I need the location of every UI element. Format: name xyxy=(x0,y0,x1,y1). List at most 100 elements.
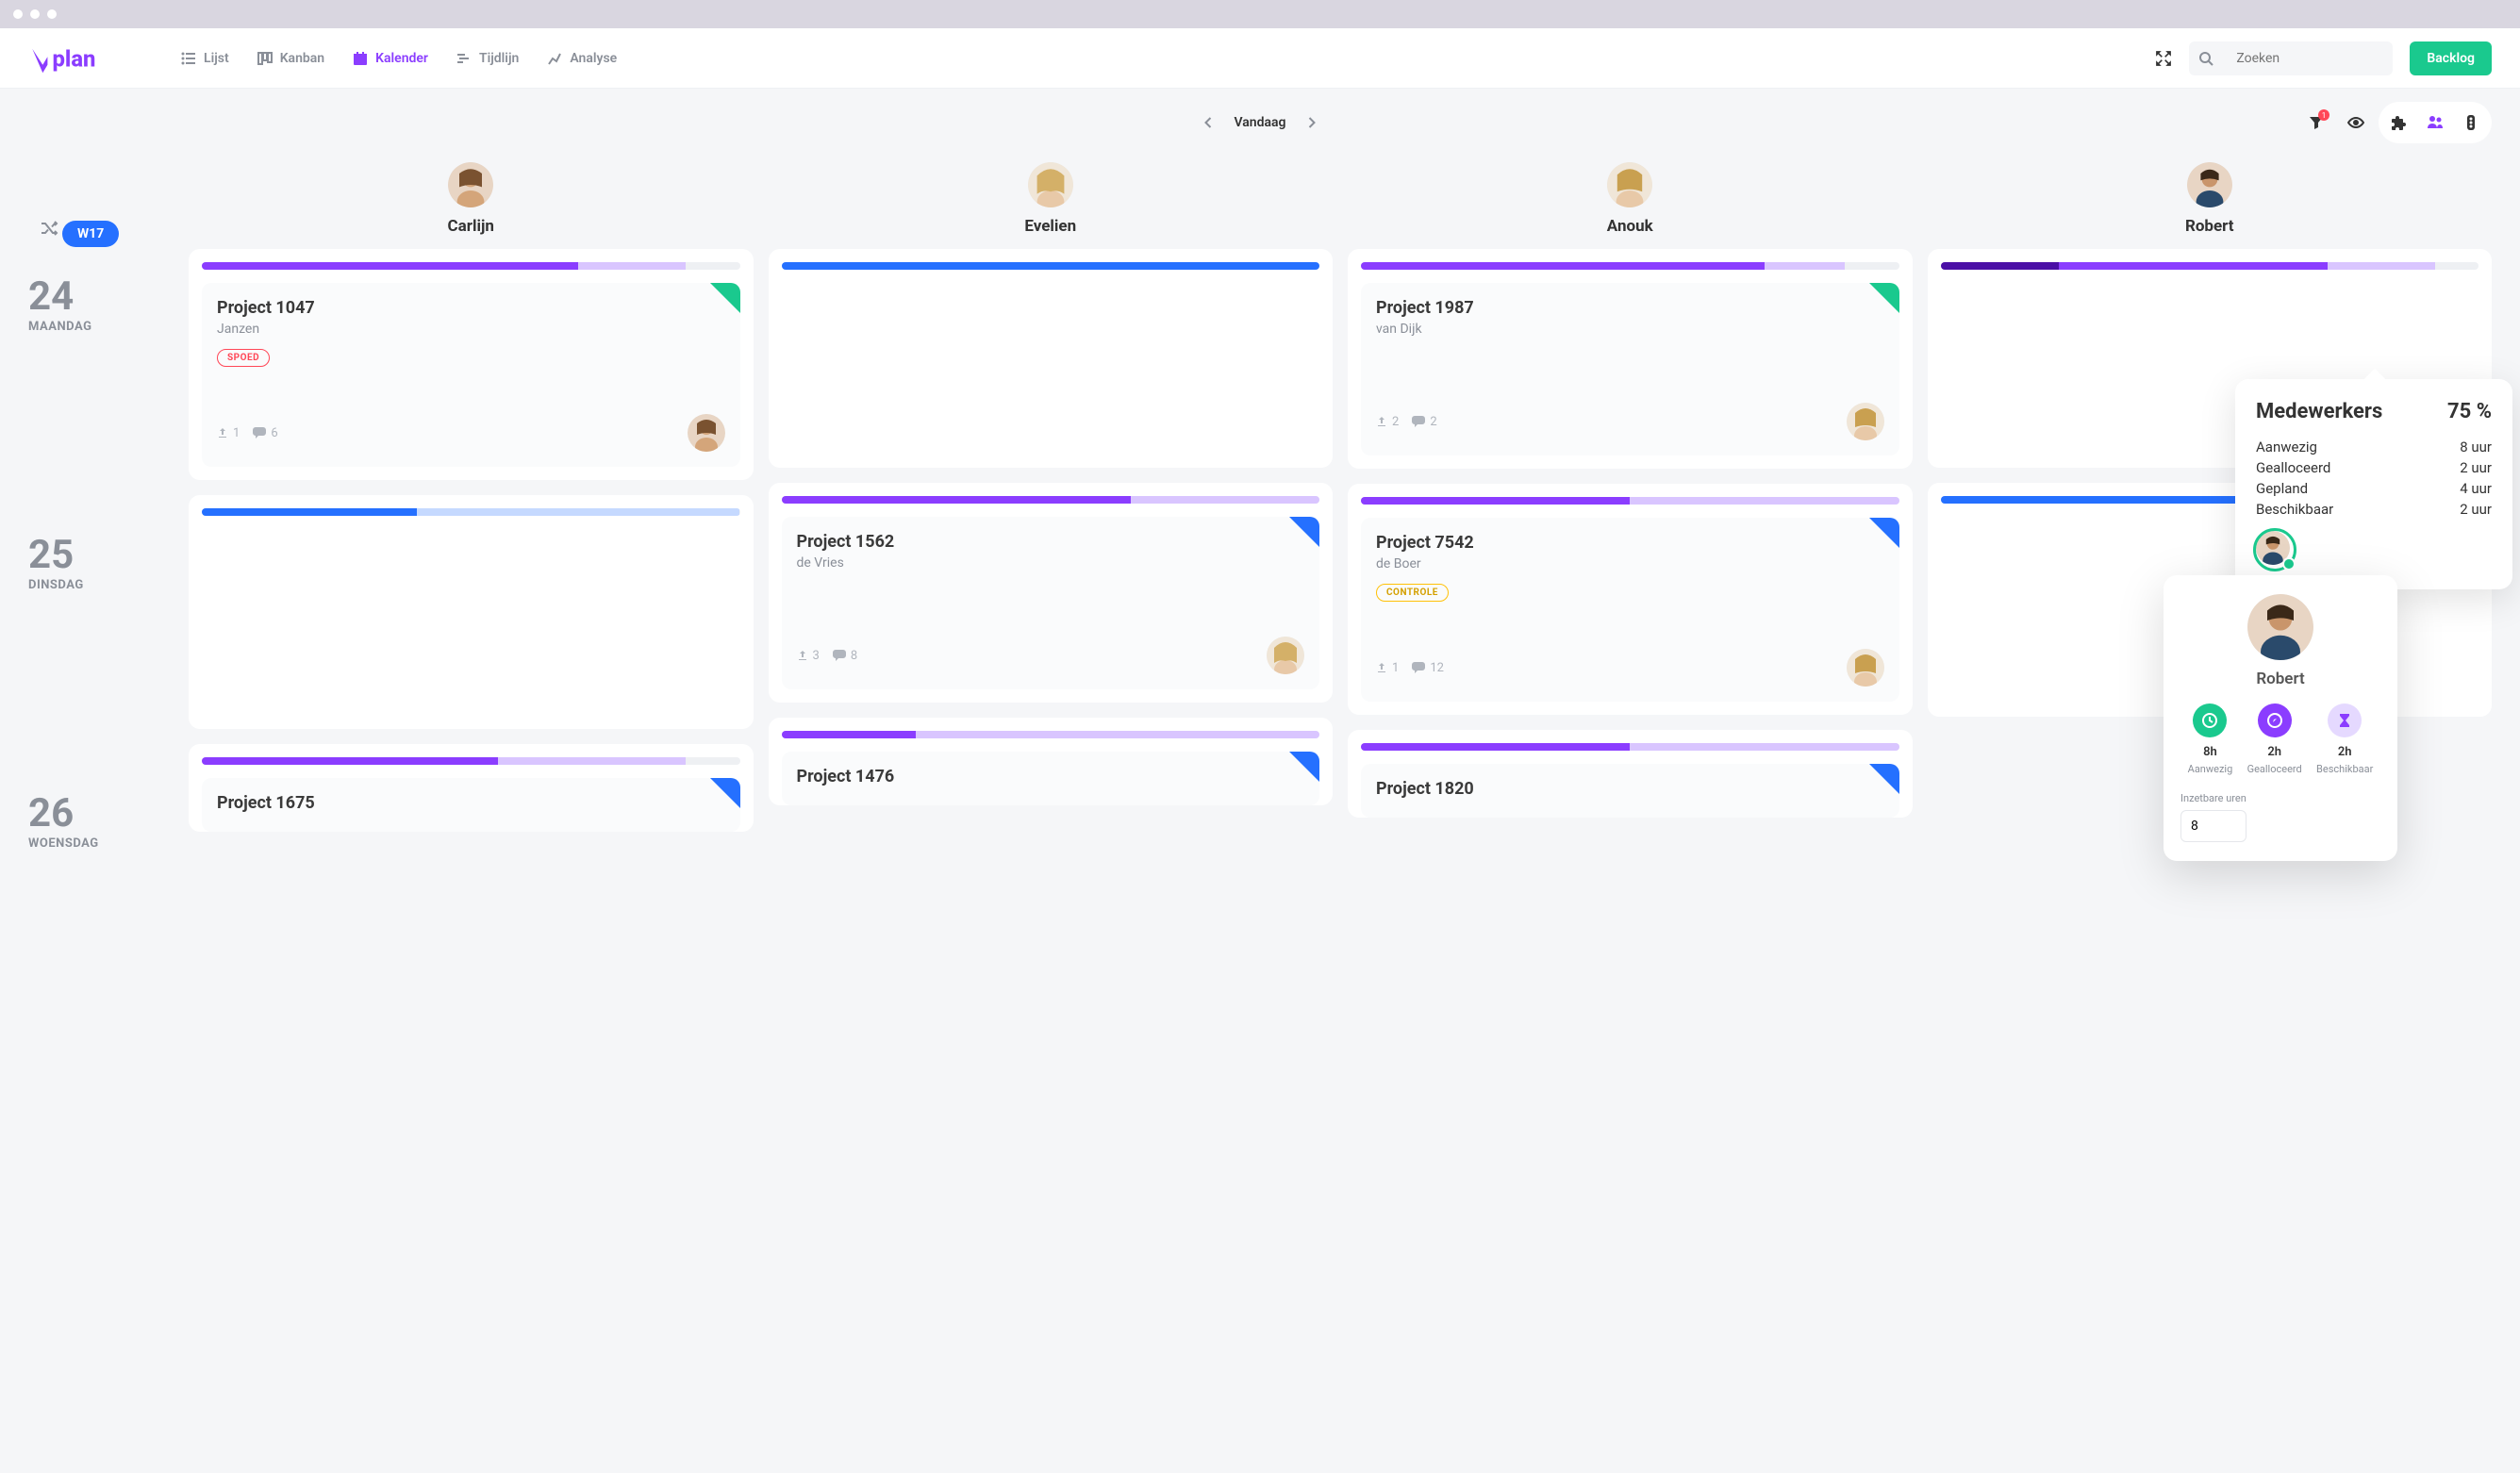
upload-icon xyxy=(1376,662,1387,673)
card-corner-icon xyxy=(1289,517,1319,547)
day-lane[interactable]: Project 1562 de Vries 3 8 xyxy=(769,483,1334,703)
date-nav: Vandaag xyxy=(1203,115,1316,130)
card-project-1820[interactable]: Project 1820 xyxy=(1361,764,1899,818)
timeline-icon xyxy=(456,51,472,66)
window-dot[interactable] xyxy=(47,9,57,19)
card-project-7542[interactable]: Project 7542 de Boer CONTROLE 1 12 xyxy=(1361,518,1899,702)
card-title: Project 1675 xyxy=(217,793,725,813)
upload-icon xyxy=(797,650,808,661)
compass-icon xyxy=(2258,703,2292,737)
card-title: Project 1562 xyxy=(797,532,1305,552)
eye-icon xyxy=(2347,114,2364,131)
tab-label: Tijdlijn xyxy=(479,51,519,66)
day-number: 24 xyxy=(28,273,189,320)
people-button[interactable] xyxy=(2418,106,2452,140)
window-titlebar xyxy=(0,0,2520,28)
card-project-1047[interactable]: Project 1047 Janzen SPOED 1 6 xyxy=(202,283,740,467)
avatar[interactable] xyxy=(688,414,725,452)
traffic-icon xyxy=(2464,115,2478,130)
avatar[interactable] xyxy=(1607,162,1652,207)
progress-bar xyxy=(202,508,740,516)
search-input[interactable] xyxy=(2223,41,2393,75)
day-lane[interactable]: Project 1476 xyxy=(769,718,1334,805)
expand-icon[interactable] xyxy=(2155,50,2172,67)
avatar[interactable] xyxy=(1847,649,1884,687)
day-lane[interactable]: Project 1047 Janzen SPOED 1 6 xyxy=(189,249,754,480)
progress-bar xyxy=(202,262,740,270)
day-name: WOENSDAG xyxy=(28,836,189,851)
window-dot[interactable] xyxy=(13,9,23,19)
week-badge: W17 xyxy=(62,221,119,247)
day-number: 25 xyxy=(28,532,189,578)
tab-kanban[interactable]: Kanban xyxy=(257,51,324,66)
today-button[interactable]: Vandaag xyxy=(1234,115,1285,130)
side-col: W17 24 MAANDAG 25 DINSDAG 26 WOENSDAG xyxy=(28,157,189,851)
stat-value: 4 uur xyxy=(2460,480,2492,497)
tab-lijst[interactable]: Lijst xyxy=(181,51,229,66)
upload-icon xyxy=(1376,416,1387,427)
card-project-1675[interactable]: Project 1675 xyxy=(202,778,740,832)
col-header: Anouk xyxy=(1348,157,1913,249)
window-dot[interactable] xyxy=(30,9,40,19)
day-lane[interactable]: Project 1820 xyxy=(1348,730,1913,818)
col-carlijn: Carlijn Project 1047 Janzen SPOED 1 6 xyxy=(189,157,754,851)
shuffle-icon[interactable] xyxy=(40,219,58,238)
stat-value: 2h xyxy=(2267,745,2281,759)
day-lane[interactable]: Project 1987 van Dijk 2 2 xyxy=(1348,249,1913,469)
chat-icon xyxy=(833,650,846,661)
puzzle-button[interactable] xyxy=(2382,106,2416,140)
card-corner-icon xyxy=(1289,752,1319,782)
avatar[interactable] xyxy=(1028,162,1073,207)
topbar-right: Backlog xyxy=(2155,41,2492,75)
visibility-button[interactable] xyxy=(2339,106,2373,140)
inzetbare-uren-input[interactable] xyxy=(2180,810,2246,842)
stat-label: Gealloceerd xyxy=(2256,459,2330,476)
day-24: 24 MAANDAG xyxy=(28,273,189,334)
popover-medewerkers: Medewerkers 75 % Aanwezig8 uur Geallocee… xyxy=(2235,379,2512,589)
backlog-button[interactable]: Backlog xyxy=(2410,41,2492,75)
filter-button[interactable]: 1 xyxy=(2299,106,2333,140)
stat-value: 6 xyxy=(271,426,277,440)
day-lane[interactable] xyxy=(769,249,1334,468)
tab-kalender[interactable]: Kalender xyxy=(353,51,428,66)
avatar[interactable] xyxy=(448,162,493,207)
avatar-with-ring[interactable] xyxy=(2256,531,2294,569)
day-lane[interactable]: Project 7542 de Boer CONTROLE 1 12 xyxy=(1348,484,1913,715)
day-name: MAANDAG xyxy=(28,320,189,334)
logo[interactable]: plan xyxy=(28,42,124,74)
progress-bar xyxy=(782,262,1320,270)
avatar[interactable] xyxy=(1847,403,1884,440)
chevron-left-icon[interactable] xyxy=(1203,116,1213,129)
tab-label: Kalender xyxy=(375,51,428,66)
columns: Carlijn Project 1047 Janzen SPOED 1 6 xyxy=(189,157,2492,851)
card-stats: 1 6 xyxy=(217,426,278,440)
tab-label: Lijst xyxy=(204,51,229,66)
analyse-icon xyxy=(547,51,562,66)
popover-name: Robert xyxy=(2180,670,2380,688)
col-header: Robert xyxy=(1928,157,2493,249)
list-icon xyxy=(181,51,196,66)
search-icon-wrap[interactable] xyxy=(2189,41,2223,75)
stat-value: 2h xyxy=(2338,745,2352,759)
avatar[interactable] xyxy=(2187,162,2232,207)
traffic-button[interactable] xyxy=(2454,106,2488,140)
card-corner-icon xyxy=(1869,764,1899,794)
chat-icon xyxy=(253,427,266,439)
avatar[interactable] xyxy=(1267,637,1304,674)
progress-bar xyxy=(1941,262,2479,270)
chat-icon xyxy=(1412,416,1425,427)
day-25: 25 DINSDAG xyxy=(28,532,189,592)
stat-value: 8 uur xyxy=(2460,439,2492,455)
tab-label: Kanban xyxy=(280,51,324,66)
tab-tijdlijn[interactable]: Tijdlijn xyxy=(456,51,519,66)
tab-analyse[interactable]: Analyse xyxy=(547,51,617,66)
chevron-right-icon[interactable] xyxy=(1307,116,1317,129)
day-lane[interactable]: Project 1675 xyxy=(189,744,754,832)
card-project-1987[interactable]: Project 1987 van Dijk 2 2 xyxy=(1361,283,1899,455)
day-lane[interactable] xyxy=(189,495,754,729)
nav-tabs: Lijst Kanban Kalender Tijdlijn Analyse xyxy=(181,51,617,66)
col-name: Anouk xyxy=(1607,217,1653,236)
card-project-1476[interactable]: Project 1476 xyxy=(782,752,1320,805)
stat-label: Aanwezig xyxy=(2256,439,2317,455)
card-project-1562[interactable]: Project 1562 de Vries 3 8 xyxy=(782,517,1320,689)
